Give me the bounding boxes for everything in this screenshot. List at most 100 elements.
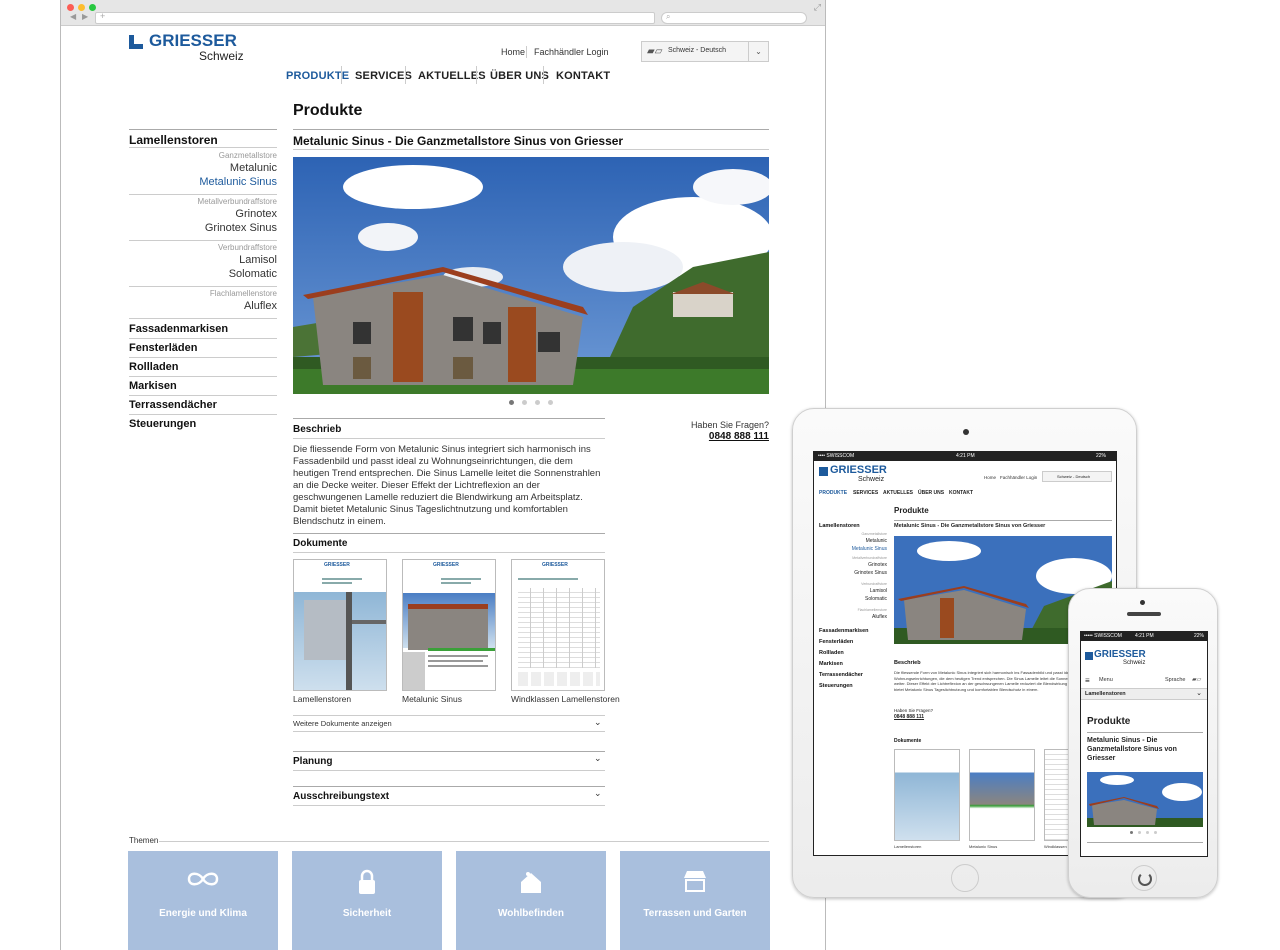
close-dot-icon[interactable] [67, 4, 74, 11]
carousel-dot[interactable] [535, 400, 540, 405]
sidebar-category-fensterlaeden[interactable]: Fensterläden [129, 342, 197, 354]
language-select[interactable]: ▰▱ Schweiz - Deutsch ⌄ [641, 41, 769, 62]
sidebar-category[interactable]: Rollladen [819, 650, 844, 656]
mainnav-produkte[interactable]: PRODUKTE [286, 70, 349, 82]
mainnav-kontakt[interactable]: KONTAKT [556, 70, 610, 82]
theme-tile-wohlbefinden[interactable]: Wohlbefinden [456, 851, 606, 950]
sidebar-category-markisen[interactable]: Markisen [129, 380, 177, 392]
chevron-down-icon[interactable]: ⌄ [594, 788, 602, 799]
mainnav-services[interactable]: SERVICES [355, 70, 412, 82]
theme-tile-terrassen[interactable]: Terrassen und Garten [620, 851, 770, 950]
carousel-dot[interactable] [1154, 831, 1157, 834]
sidebar-category[interactable]: Markisen [819, 661, 843, 667]
document-thumb[interactable] [894, 749, 960, 841]
document-thumb-lamellenstoren[interactable]: GRIESSER [293, 559, 387, 691]
logo[interactable]: GRIESSER [1094, 649, 1146, 660]
sidebar-category-fassadenmarkisen[interactable]: Fassadenmarkisen [129, 323, 228, 335]
sprache-label[interactable]: Sprache [1165, 677, 1186, 683]
more-documents-link[interactable]: Weitere Dokumente anzeigen [293, 719, 392, 728]
document-caption[interactable]: Metalunic Sinus [402, 694, 462, 704]
sidebar-group-label: Metallverbundraffstore [197, 197, 277, 206]
sidebar-item-metalunic-sinus[interactable]: Metalunic Sinus [129, 176, 277, 188]
document-thumb-metalunic-sinus[interactable]: GRIESSER [402, 559, 496, 691]
sidebar-head[interactable]: Lamellenstoren [819, 523, 860, 529]
sidebar-item-solomatic[interactable]: Solomatic [129, 268, 277, 280]
sidebar-item-grinotex[interactable]: Grinotex [129, 208, 277, 220]
menu-label[interactable]: Menu [1099, 677, 1113, 683]
document-caption[interactable]: Metalunic Sinus [969, 844, 997, 849]
logo[interactable]: GRIESSER [830, 464, 887, 476]
logo[interactable]: GRIESSER [149, 31, 237, 51]
hamburger-icon[interactable]: ≡ [1085, 676, 1090, 685]
carrier: ••••• SWISSCOM [1084, 633, 1122, 639]
maximize-dot-icon[interactable] [89, 4, 96, 11]
sidebar-item-lamisol[interactable]: Lamisol [819, 588, 887, 594]
url-bar[interactable]: + [95, 11, 655, 24]
carousel-dot[interactable] [548, 400, 553, 405]
minimize-dot-icon[interactable] [78, 4, 85, 11]
chevron-down-icon: ⌄ [1196, 690, 1202, 697]
nav-home[interactable]: Home [984, 475, 996, 480]
carousel-dot[interactable] [522, 400, 527, 405]
themen-heading: Themen [129, 836, 159, 845]
sidebar-head-lamellenstoren[interactable]: Lamellenstoren [129, 133, 218, 147]
sidebar-category[interactable]: Fassadenmarkisen [819, 628, 869, 634]
document-thumb-windklassen[interactable]: GRIESSER [511, 559, 605, 691]
product-title: Metalunic Sinus - Die Ganzmetallstore Si… [894, 523, 1046, 529]
nav-home[interactable]: Home [501, 47, 525, 57]
carousel-dot[interactable] [1130, 831, 1133, 834]
forward-icon[interactable]: ▶ [82, 12, 88, 21]
sidebar-item-metalunic-sinus[interactable]: Metalunic Sinus [819, 546, 887, 552]
accordion-ausschreibungstext[interactable]: Ausschreibungstext [293, 791, 389, 802]
sidebar-item-aluflex[interactable]: Aluflex [819, 614, 887, 620]
home-button[interactable] [1131, 865, 1157, 891]
sidebar-category[interactable]: Fensterläden [819, 639, 853, 645]
sidebar-item-solomatic[interactable]: Solomatic [819, 596, 887, 602]
sidebar-item-grinotex[interactable]: Grinotex [819, 562, 887, 568]
search-bar[interactable]: ⌕ [661, 12, 807, 24]
chevron-down-icon[interactable]: ⌄ [594, 717, 602, 728]
document-thumb[interactable] [969, 749, 1035, 841]
home-button[interactable] [951, 864, 979, 892]
mainnav-produkte[interactable]: PRODUKTE [819, 490, 847, 496]
category-dropdown[interactable]: Lamellenstoren ⌄ [1081, 688, 1207, 700]
contact-phone[interactable]: 0848 888 111 [661, 431, 769, 442]
carousel-dot[interactable] [1138, 831, 1141, 834]
sidebar-item-grinotex-sinus[interactable]: Grinotex Sinus [129, 222, 277, 234]
document-caption[interactable]: Lamellenstoren [894, 844, 921, 849]
mainnav-ueber-uns[interactable]: ÜBER UNS [490, 70, 549, 82]
document-caption[interactable]: Windklassen Lamellenstoren [511, 694, 620, 704]
mainnav-aktuelles[interactable]: AKTUELLES [883, 490, 913, 496]
fullscreen-icon[interactable]: ⤢ [814, 2, 821, 13]
mainnav-services[interactable]: SERVICES [853, 490, 878, 496]
mainnav-kontakt[interactable]: KONTAKT [949, 490, 973, 496]
sidebar-category[interactable]: Terrassendächer [819, 672, 863, 678]
carousel-dot[interactable] [509, 400, 514, 405]
sidebar-category-rollladen[interactable]: Rollladen [129, 361, 179, 373]
chevron-down-icon[interactable]: ⌄ [594, 753, 602, 764]
nav-haendler-login[interactable]: Fachhändler Login [534, 47, 609, 57]
sidebar-category[interactable]: Steuerungen [819, 683, 853, 689]
theme-tile-sicherheit[interactable]: Sicherheit [292, 851, 442, 950]
contact-phone[interactable]: 0848 888 111 [894, 714, 924, 720]
nav-haendler-login[interactable]: Fachhändler Login [1000, 475, 1037, 480]
back-icon[interactable]: ◀ [70, 12, 76, 21]
sidebar-item-metalunic[interactable]: Metalunic [129, 162, 277, 174]
divider [129, 194, 277, 195]
mainnav-ueber-uns[interactable]: ÜBER UNS [918, 490, 944, 496]
sidebar-item-aluflex[interactable]: Aluflex [129, 300, 277, 312]
theme-tile-energie[interactable]: Energie und Klima [128, 851, 278, 950]
carousel-dot[interactable] [1146, 831, 1149, 834]
sidebar-item-metalunic[interactable]: Metalunic [819, 538, 887, 544]
dokumente-heading: Dokumente [293, 538, 348, 549]
world-map-icon[interactable]: ▰▱ [1192, 676, 1201, 683]
sidebar-item-grinotex-sinus[interactable]: Grinotex Sinus [819, 570, 887, 576]
add-tab-icon[interactable]: + [100, 11, 105, 21]
language-select[interactable]: Schweiz - Deutsch [1042, 471, 1112, 482]
sidebar-category-steuerungen[interactable]: Steuerungen [129, 418, 196, 430]
accordion-planung[interactable]: Planung [293, 756, 332, 767]
document-caption[interactable]: Lamellenstoren [293, 694, 351, 704]
sidebar-category-terrassendaecher[interactable]: Terrassendächer [129, 399, 217, 411]
sidebar-item-lamisol[interactable]: Lamisol [129, 254, 277, 266]
page-title: Produkte [1087, 716, 1131, 727]
